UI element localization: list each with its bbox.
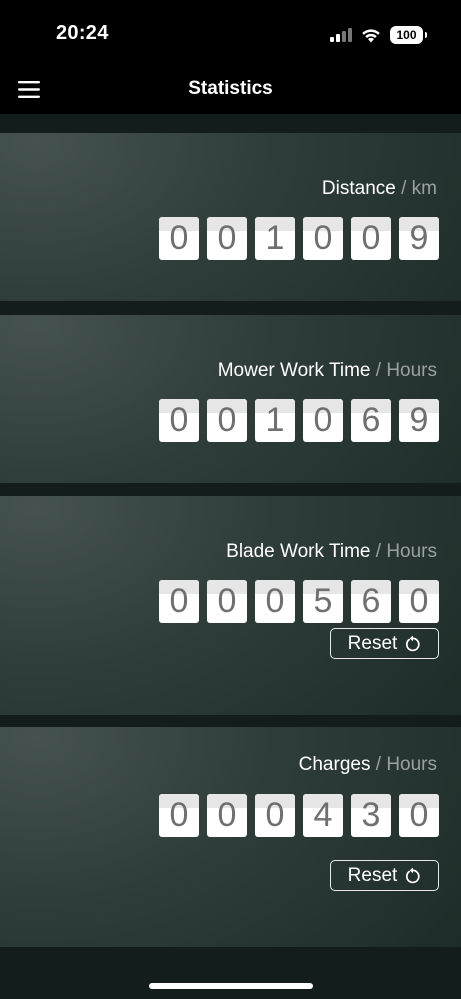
stat-card-blade-work-time: Blade Work Time / Hours 0 0 0 5 6 0 Rese… (0, 496, 461, 715)
digit: 0 (303, 217, 343, 260)
statistics-screen: 20:24 100 Statistics Distance / km 0 0 1… (0, 0, 461, 999)
stat-card-mower-work-time: Mower Work Time / Hours 0 0 1 0 6 9 (0, 315, 461, 483)
stat-unit: Hours (386, 360, 437, 381)
battery-icon: 100 (390, 26, 427, 44)
reset-rotate-icon (406, 635, 420, 652)
stat-title: Blade Work Time / Hours (226, 541, 437, 562)
digit-counter: 0 0 0 4 3 0 (159, 794, 439, 837)
stat-title: Mower Work Time / Hours (217, 360, 437, 381)
digit: 6 (351, 399, 391, 442)
reset-button-label: Reset (347, 864, 398, 886)
digit: 0 (399, 580, 439, 623)
digit: 0 (303, 399, 343, 442)
stat-card-charges: Charges / Hours 0 0 0 4 3 0 Reset (0, 727, 461, 947)
digit: 9 (399, 217, 439, 260)
wifi-icon (362, 28, 380, 42)
digit: 4 (303, 794, 343, 837)
digit: 5 (303, 580, 343, 623)
digit: 0 (159, 794, 199, 837)
stat-title: Distance / km (321, 178, 437, 199)
digit: 0 (399, 794, 439, 837)
digit: 9 (399, 399, 439, 442)
stat-unit: km (411, 178, 437, 199)
stat-title: Charges / Hours (298, 754, 437, 775)
home-indicator[interactable] (149, 983, 313, 989)
digit: 0 (159, 580, 199, 623)
digit: 0 (255, 794, 295, 837)
digit: 0 (351, 217, 391, 260)
digit: 1 (255, 399, 295, 442)
stat-unit: Hours (386, 541, 437, 562)
battery-level: 100 (396, 28, 417, 42)
reset-button-label: Reset (347, 632, 398, 654)
stat-card-distance: Distance / km 0 0 1 0 0 9 (0, 133, 461, 301)
digit: 6 (351, 580, 391, 623)
digit-counter: 0 0 1 0 0 9 (159, 217, 439, 260)
reset-rotate-icon (406, 867, 420, 884)
cellular-signal-icon (330, 28, 352, 42)
charges-reset-button[interactable]: Reset (330, 860, 439, 891)
digit: 1 (255, 217, 295, 260)
digit: 0 (159, 217, 199, 260)
digit: 0 (159, 399, 199, 442)
statistics-list[interactable]: Distance / km 0 0 1 0 0 9 Mower Work Tim… (0, 114, 461, 999)
digit: 0 (255, 580, 295, 623)
digit-counter: 0 0 0 5 6 0 (159, 580, 439, 623)
status-icons: 100 (330, 24, 427, 46)
stat-unit: Hours (386, 754, 437, 775)
digit: 3 (351, 794, 391, 837)
status-bar: 20:24 100 (0, 0, 461, 64)
page-title: Statistics (188, 78, 273, 99)
blade-reset-button[interactable]: Reset (330, 628, 439, 659)
digit: 0 (207, 794, 247, 837)
nav-bar: Statistics (0, 64, 461, 114)
digit: 0 (207, 399, 247, 442)
status-time: 20:24 (56, 22, 109, 44)
digit-counter: 0 0 1 0 6 9 (159, 399, 439, 442)
digit: 0 (207, 580, 247, 623)
digit: 0 (207, 217, 247, 260)
